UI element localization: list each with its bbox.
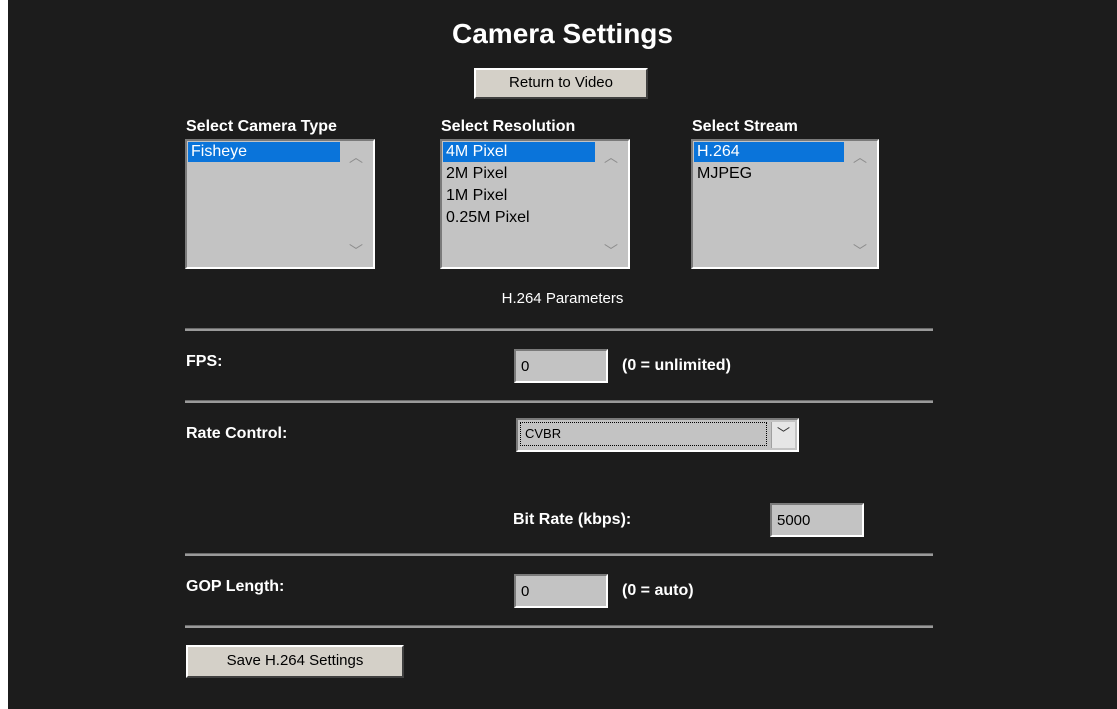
stream-option-mjpeg[interactable]: MJPEG — [694, 162, 844, 186]
rate-control-value: CVBR — [520, 422, 767, 446]
stream-options: H.264 MJPEG — [694, 142, 844, 266]
resolution-label: Select Resolution — [441, 118, 576, 135]
resolution-listbox[interactable]: 4M Pixel 2M Pixel 1M Pixel 0.25M Pixel ︿… — [440, 139, 630, 269]
gop-length-input[interactable] — [514, 574, 608, 608]
return-to-video-button[interactable]: Return to Video — [474, 68, 648, 99]
fps-input[interactable] — [514, 349, 608, 383]
page-title: Camera Settings — [452, 18, 673, 49]
rate-control-label: Rate Control: — [186, 425, 288, 442]
gop-length-label: GOP Length: — [186, 578, 285, 595]
camera-type-scrollbar[interactable]: ︿ ﹀ — [340, 142, 372, 266]
stream-label: Select Stream — [692, 118, 798, 135]
stream-option-h264[interactable]: H.264 — [694, 142, 844, 162]
camera-type-options: Fisheye — [188, 142, 340, 266]
rate-control-select[interactable]: CVBR ﹀ — [516, 418, 799, 452]
save-h264-settings-button[interactable]: Save H.264 Settings — [186, 645, 404, 678]
chevron-down-icon[interactable]: ﹀ — [852, 244, 868, 258]
chevron-down-icon[interactable]: ﹀ — [603, 244, 619, 258]
chevron-up-icon[interactable]: ︿ — [852, 150, 868, 164]
chevron-down-icon[interactable]: ﹀ — [771, 422, 795, 448]
resolution-scrollbar[interactable]: ︿ ﹀ — [595, 142, 627, 266]
fps-hint: (0 = unlimited) — [622, 357, 731, 374]
resolution-option-4m[interactable]: 4M Pixel — [443, 142, 595, 162]
resolution-option-025m[interactable]: 0.25M Pixel — [443, 206, 595, 230]
fps-label: FPS: — [186, 353, 223, 370]
divider — [185, 400, 933, 403]
camera-settings-panel: Camera Settings Return to Video Select C… — [8, 0, 1117, 709]
resolution-options: 4M Pixel 2M Pixel 1M Pixel 0.25M Pixel — [443, 142, 595, 266]
divider — [185, 625, 933, 628]
chevron-up-icon[interactable]: ︿ — [603, 150, 619, 164]
resolution-option-1m[interactable]: 1M Pixel — [443, 184, 595, 208]
section-title: H.264 Parameters — [501, 290, 624, 307]
bit-rate-input[interactable] — [770, 503, 864, 537]
stream-listbox[interactable]: H.264 MJPEG ︿ ﹀ — [691, 139, 879, 269]
divider — [185, 328, 933, 331]
chevron-up-icon[interactable]: ︿ — [348, 150, 364, 164]
resolution-option-2m[interactable]: 2M Pixel — [443, 162, 595, 186]
stream-scrollbar[interactable]: ︿ ﹀ — [844, 142, 876, 266]
camera-type-label: Select Camera Type — [186, 118, 337, 135]
bit-rate-label: Bit Rate (kbps): — [513, 511, 632, 528]
gop-length-hint: (0 = auto) — [622, 582, 694, 599]
camera-type-option-fisheye[interactable]: Fisheye — [188, 142, 340, 162]
chevron-down-icon[interactable]: ﹀ — [348, 244, 364, 258]
divider — [185, 553, 933, 556]
camera-type-listbox[interactable]: Fisheye ︿ ﹀ — [185, 139, 375, 269]
